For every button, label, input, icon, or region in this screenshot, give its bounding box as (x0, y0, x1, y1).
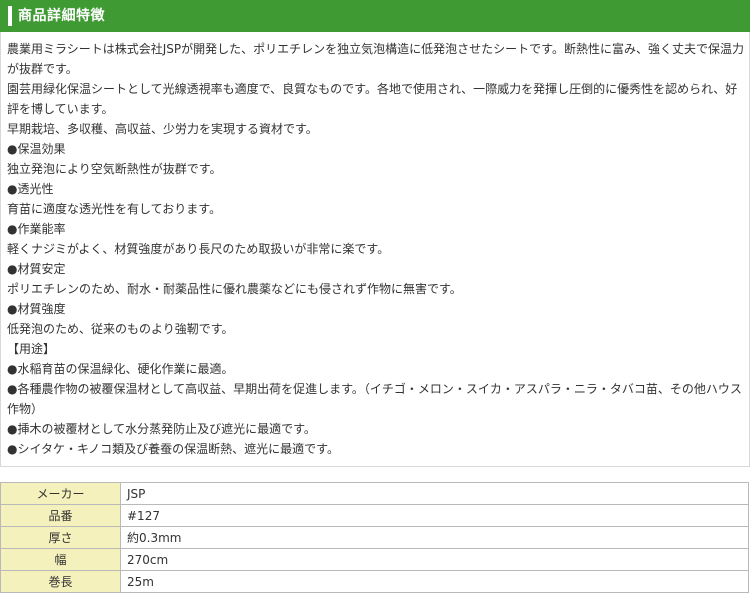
spec-table: メーカー JSP 品番 #127 厚さ 約0.3mm 幅 270cm 巻長 25… (0, 482, 749, 593)
spec-label-width: 幅 (0, 548, 121, 571)
feature-heading: ●材質強度 (7, 302, 66, 316)
spec-label-part-number: 品番 (0, 504, 121, 527)
header-accent-bar (8, 6, 12, 26)
description-text: 農業用ミラシートは株式会社JSPが開発した、ポリエチレンを独立気泡構造に低発泡さ… (7, 39, 745, 459)
section-header: 商品詳細特徴 (0, 0, 750, 32)
spec-value-part-number: #127 (120, 504, 749, 527)
description-line: 農業用ミラシートは株式会社JSPが開発した、ポリエチレンを独立気泡構造に低発泡さ… (7, 42, 744, 76)
feature-heading: ●保温効果 (7, 142, 66, 156)
spec-value-maker: JSP (120, 482, 749, 505)
table-row: 巻長 25m (0, 570, 749, 593)
spec-label-maker: メーカー (0, 482, 121, 505)
feature-heading: ●透光性 (7, 182, 54, 196)
feature-heading: ●作業能率 (7, 222, 66, 236)
spec-value-roll-length: 25m (120, 570, 749, 593)
usage-item: ●挿木の被覆材として水分蒸発防止及び遮光に最適です。 (7, 422, 316, 436)
description-line: 園芸用緑化保温シートとして光線透視率も適度で、良質なものです。各地で使用され、一… (7, 82, 738, 116)
usage-heading: 【用途】 (7, 342, 56, 356)
table-row: 厚さ 約0.3mm (0, 526, 749, 549)
description-line: 早期栽培、多収穫、高収益、少労力を実現する資材です。 (7, 122, 318, 136)
table-row: 品番 #127 (0, 504, 749, 527)
usage-item: ●水稲育苗の保温緑化、硬化作業に最適。 (7, 362, 234, 376)
description-line: ポリエチレンのため、耐水・耐薬品性に優れ農薬などにも侵されず作物に無害です。 (7, 282, 462, 296)
section-title: 商品詳細特徴 (18, 8, 105, 24)
description-line: 軽くナジミがよく、材質強度があり長尺のため取扱いが非常に楽です。 (7, 242, 390, 256)
table-row: メーカー JSP (0, 482, 749, 505)
feature-heading: ●材質安定 (7, 262, 66, 276)
description-box: 農業用ミラシートは株式会社JSPが開発した、ポリエチレンを独立気泡構造に低発泡さ… (0, 32, 750, 467)
spec-label-thickness: 厚さ (0, 526, 121, 549)
spec-value-width: 270cm (120, 548, 749, 571)
description-line: 育苗に適度な透光性を有しております。 (7, 202, 222, 216)
description-line: 低発泡のため、従来のものより強靭です。 (7, 322, 234, 336)
spec-label-roll-length: 巻長 (0, 570, 121, 593)
usage-item: ●各種農作物の被覆保温材として高収益、早期出荷を促進します。（イチゴ・メロン・ス… (7, 382, 742, 416)
table-row: 幅 270cm (0, 548, 749, 571)
description-line: 独立発泡により空気断熱性が抜群です。 (7, 162, 222, 176)
spec-value-thickness: 約0.3mm (120, 526, 749, 549)
usage-item: ●シイタケ・キノコ類及び養蚕の保温断熱、遮光に最適です。 (7, 442, 339, 456)
